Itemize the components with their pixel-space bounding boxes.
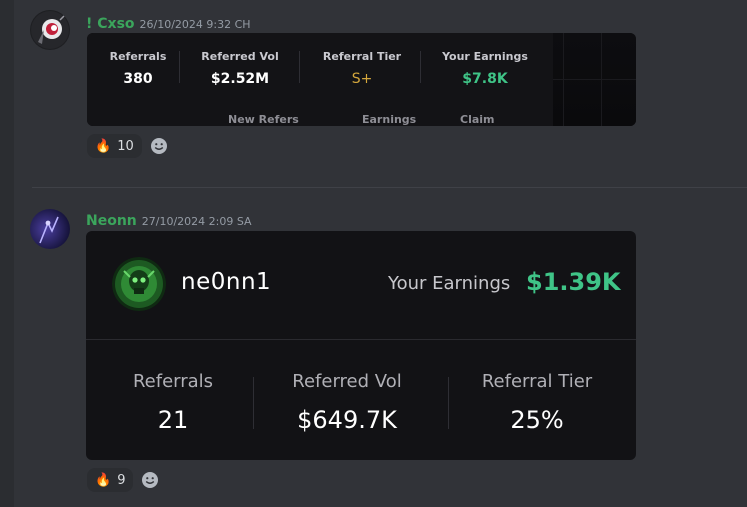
profile-logo: [112, 257, 166, 311]
avatar-image-icon: [30, 10, 70, 50]
fire-icon: 🔥: [95, 472, 112, 488]
smile-icon: [151, 138, 167, 154]
reaction-fire[interactable]: 🔥 9: [87, 468, 134, 492]
stat-value: S+: [351, 71, 373, 87]
stat-value: $7.8K: [462, 71, 508, 87]
divider: [179, 51, 180, 83]
stat-label: Your Earnings: [442, 50, 528, 63]
stat-value: 380: [123, 71, 153, 87]
timestamp: 27/10/2024 2:09 SA: [141, 215, 252, 228]
stat-label: Referrals: [132, 371, 214, 392]
message-header: ! Cxso 26/10/2024 9:32 CH: [86, 13, 251, 32]
referral-embed-neonn: ne0nn1 Your Earnings $1.39K Referrals 21…: [86, 231, 636, 460]
divider: [253, 377, 254, 429]
reaction-count: 9: [117, 472, 126, 488]
tab-new-refers[interactable]: New Refers: [228, 113, 299, 126]
avatar-image-icon: [30, 209, 70, 249]
stat-value: $2.52M: [210, 71, 270, 87]
reaction-count: 10: [117, 138, 134, 154]
stat-label: Referred Vol: [201, 50, 279, 63]
stat-referred-vol: Referred Vol $2.52M: [187, 50, 293, 87]
stat-referred-vol: Referred Vol $649.7K: [262, 371, 432, 434]
author-name[interactable]: ! Cxso: [86, 16, 135, 32]
tab-claim[interactable]: Claim: [460, 113, 495, 126]
add-reaction-button[interactable]: [147, 134, 171, 158]
server-sidebar-edge: [0, 0, 14, 507]
stat-your-earnings: Your Earnings $7.8K: [427, 50, 543, 87]
stat-referrals: Referrals 380: [97, 50, 179, 87]
skull-logo-icon: [112, 257, 166, 311]
message-separator: [32, 187, 747, 188]
earnings-value: $1.39K: [526, 268, 621, 296]
timestamp: 26/10/2024 9:32 CH: [139, 18, 251, 31]
add-reaction-button[interactable]: [138, 468, 162, 492]
stat-referrals: Referrals 21: [88, 371, 258, 434]
stat-referral-tier: Referral Tier 25%: [452, 371, 622, 434]
earnings-label: Your Earnings: [388, 273, 511, 294]
stat-value: 21: [157, 406, 189, 434]
referral-embed-cxso: Referrals 380 Referred Vol $2.52M Referr…: [87, 33, 636, 126]
stat-label: Referral Tier: [481, 371, 593, 392]
tab-earnings[interactable]: Earnings: [362, 113, 416, 126]
stat-label: Referred Vol: [292, 371, 402, 392]
stat-label: Referrals: [109, 50, 167, 63]
stat-value: 25%: [510, 406, 564, 434]
embed-stats-panel: Referrals 380 Referred Vol $2.52M Referr…: [87, 33, 554, 126]
stat-value: $649.7K: [297, 406, 397, 434]
divider: [448, 377, 449, 429]
divider: [299, 51, 300, 83]
avatar-neonn[interactable]: [30, 209, 70, 249]
message-header: Neonn 27/10/2024 2:09 SA: [86, 210, 252, 229]
reaction-fire[interactable]: 🔥 10: [87, 134, 142, 158]
username: ne0nn1: [181, 269, 272, 295]
embed-divider: [86, 339, 636, 340]
embed-background-graphic: [553, 33, 636, 126]
author-name[interactable]: Neonn: [86, 213, 137, 229]
fire-icon: 🔥: [95, 138, 112, 154]
divider: [420, 51, 421, 83]
stat-referral-tier: Referral Tier S+: [307, 50, 417, 87]
smile-icon: [142, 472, 158, 488]
stat-label: Referral Tier: [322, 50, 402, 63]
avatar-cxso[interactable]: [30, 10, 70, 50]
